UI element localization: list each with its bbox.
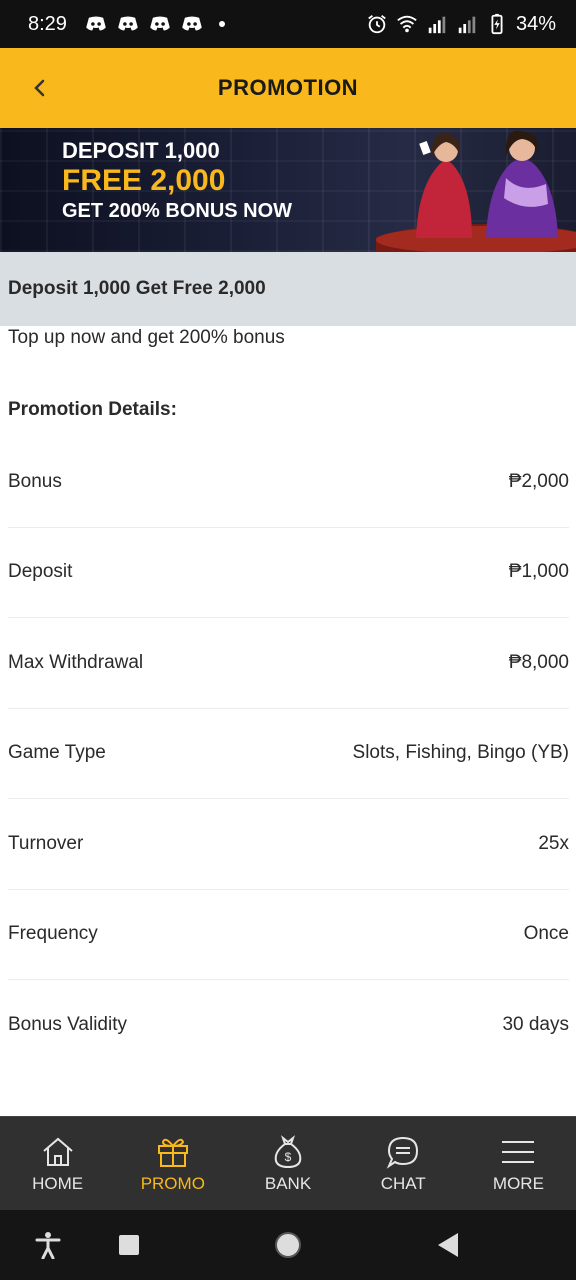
detail-label: Bonus Validity xyxy=(8,1014,127,1036)
square-icon xyxy=(119,1235,139,1255)
detail-value: 25x xyxy=(538,832,569,854)
detail-value: ₱8,000 xyxy=(508,651,569,673)
banner-line3: GET 200% BONUS NOW xyxy=(62,200,293,222)
details-heading: Promotion Details: xyxy=(8,399,177,420)
detail-label: Bonus xyxy=(8,470,62,492)
accessibility-button[interactable] xyxy=(33,1230,63,1260)
discord-icon xyxy=(86,16,106,31)
menu-icon xyxy=(502,1140,535,1163)
back-system-button[interactable] xyxy=(432,1230,462,1260)
discord-icon xyxy=(150,16,170,31)
accessibility-icon xyxy=(35,1232,61,1259)
promotion-title-bar: Deposit 1,000 Get Free 2,000 xyxy=(0,252,576,326)
detail-row-max-withdrawal: Max Withdrawal ₱8,000 xyxy=(8,618,569,709)
nav-home-label: HOME xyxy=(32,1173,84,1193)
detail-row-deposit: Deposit ₱1,000 xyxy=(8,528,569,618)
detail-value: 30 days xyxy=(502,1014,569,1036)
detail-label: Frequency xyxy=(8,923,98,945)
chevron-left-icon xyxy=(34,79,45,97)
status-bar: 8:29 34% xyxy=(0,0,576,48)
nav-more[interactable]: MORE xyxy=(461,1117,576,1210)
banner-line1: DEPOSIT 1,000 xyxy=(62,138,220,163)
alarm-icon xyxy=(368,15,386,34)
nav-chat[interactable]: CHAT xyxy=(346,1117,461,1210)
more-notifications-dot xyxy=(218,21,225,27)
detail-value: Once xyxy=(523,923,569,945)
nav-promo-label: PROMO xyxy=(140,1173,205,1193)
signal-icon xyxy=(458,16,476,34)
money-bag-icon: $ xyxy=(274,1134,302,1168)
notification-icons xyxy=(85,16,225,32)
battery-icon xyxy=(491,13,503,35)
detail-label: Max Withdrawal xyxy=(8,651,144,673)
recents-button[interactable] xyxy=(114,1230,144,1260)
home-system-button[interactable] xyxy=(273,1230,303,1260)
nav-home[interactable]: HOME xyxy=(0,1117,115,1210)
detail-row-frequency: Frequency Once xyxy=(8,890,569,980)
wifi-icon xyxy=(397,15,417,33)
nav-promo[interactable]: PROMO xyxy=(115,1117,230,1210)
gift-icon xyxy=(157,1138,188,1167)
svg-text:$: $ xyxy=(285,1150,292,1164)
detail-label: Deposit xyxy=(8,561,73,583)
detail-label: Turnover xyxy=(8,832,84,854)
chat-icon xyxy=(386,1136,419,1169)
nav-bank[interactable]: $ BANK xyxy=(230,1117,345,1210)
discord-icon xyxy=(118,16,138,31)
promo-banner: DEPOSIT 1,000 FREE 2,000 GET 200% BONUS … xyxy=(0,128,576,252)
nav-bank-label: BANK xyxy=(264,1173,312,1193)
app-header: PROMOTION xyxy=(0,48,576,128)
banner-line2: FREE 2,000 xyxy=(62,164,226,197)
promotion-description: Top up now and get 200% bonus xyxy=(8,327,285,348)
detail-value: ₱1,000 xyxy=(508,561,569,583)
promotion-details-list: Bonus ₱2,000 Deposit ₱1,000 Max Withdraw… xyxy=(8,437,569,1071)
discord-icon xyxy=(182,16,202,31)
system-navigation-bar xyxy=(0,1210,576,1280)
promotion-title: Deposit 1,000 Get Free 2,000 xyxy=(8,278,266,299)
home-icon xyxy=(42,1137,73,1166)
banner-dealers-illustration xyxy=(376,130,576,252)
detail-row-bonus-validity: Bonus Validity 30 days xyxy=(8,980,569,1071)
circle-icon xyxy=(275,1232,301,1258)
nav-more-label: MORE xyxy=(492,1173,544,1193)
detail-value: ₱2,000 xyxy=(508,470,569,492)
back-button[interactable] xyxy=(20,68,60,108)
signal-icon xyxy=(428,16,446,34)
detail-label: Game Type xyxy=(8,742,106,764)
detail-value: Slots, Fishing, Bingo (YB) xyxy=(352,742,569,764)
bottom-navigation: HOME PROMO $ BANK CHAT MORE xyxy=(0,1116,576,1210)
banner-text: DEPOSIT 1,000 FREE 2,000 GET 200% BONUS … xyxy=(62,138,292,223)
status-time: 8:29 xyxy=(28,12,67,35)
battery-percentage: 34% xyxy=(515,12,556,35)
triangle-back-icon xyxy=(438,1233,458,1257)
detail-row-game-type: Game Type Slots, Fishing, Bingo (YB) xyxy=(8,709,569,799)
detail-row-bonus: Bonus ₱2,000 xyxy=(8,437,569,528)
nav-chat-label: CHAT xyxy=(380,1173,426,1193)
page-title: PROMOTION xyxy=(217,75,359,100)
status-indicators: 34% xyxy=(366,13,556,36)
detail-row-turnover: Turnover 25x xyxy=(8,799,569,890)
